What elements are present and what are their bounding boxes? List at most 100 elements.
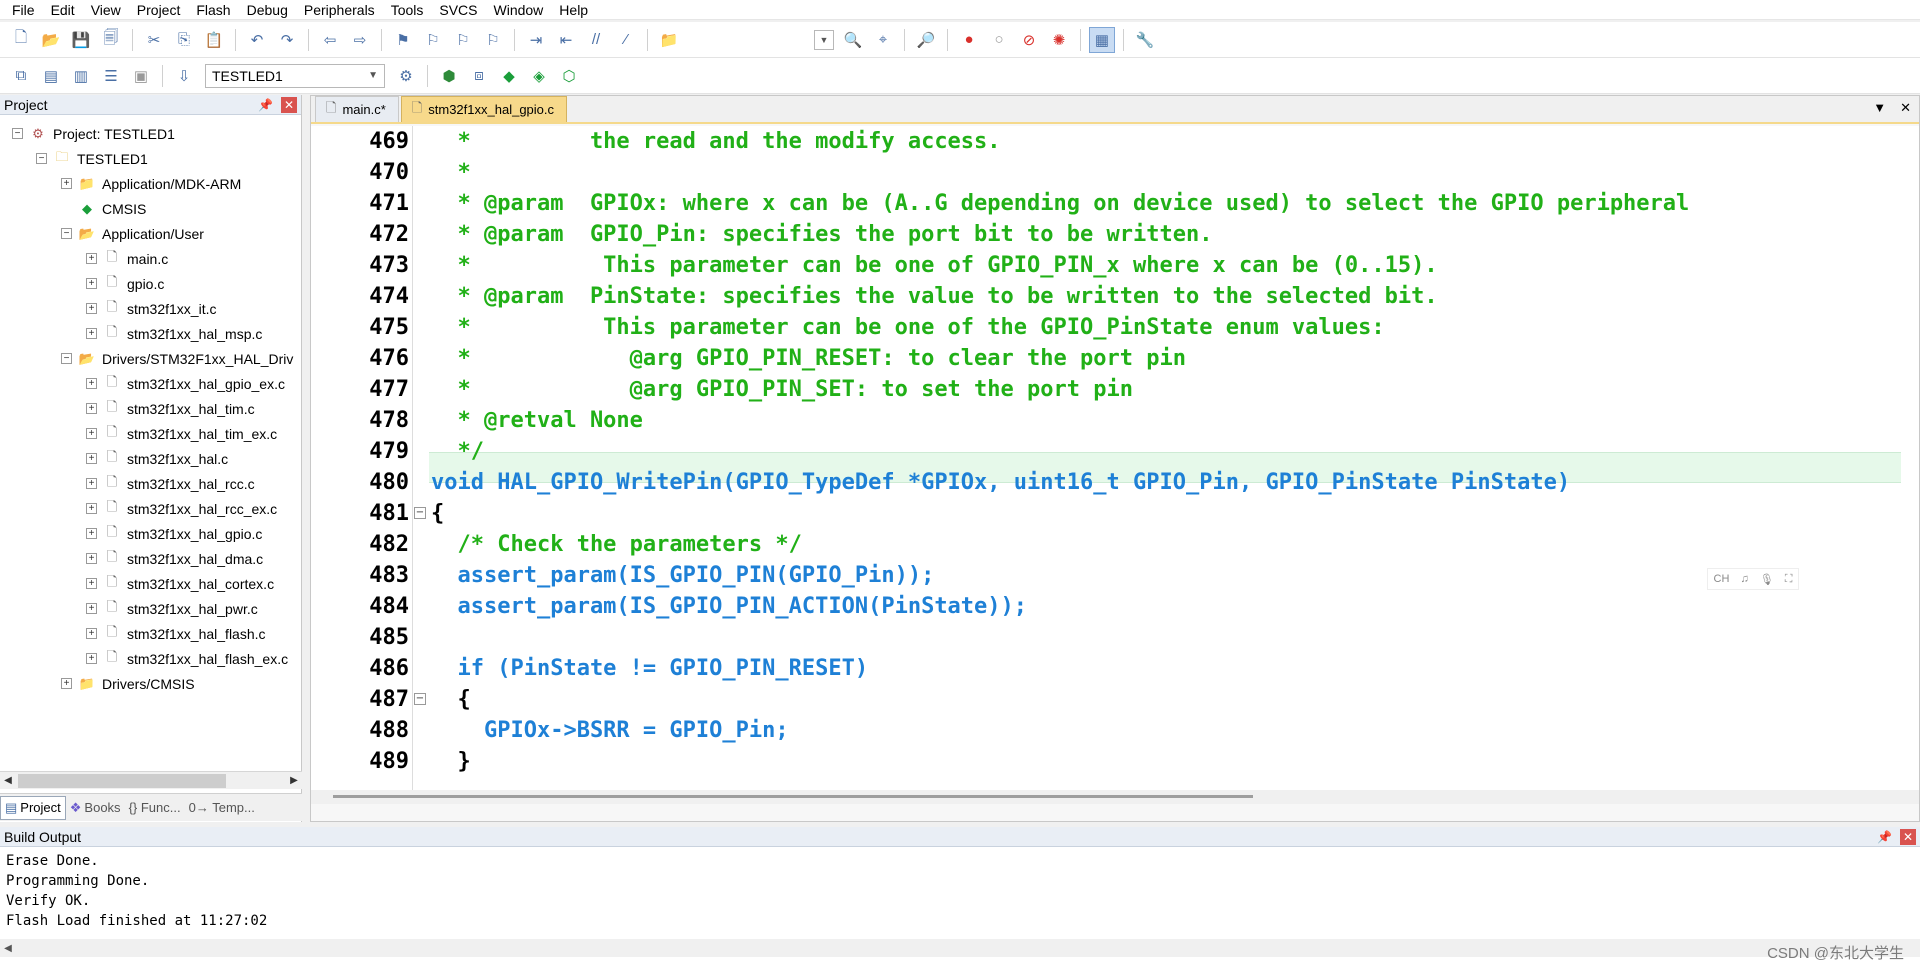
run-time-environment-icon[interactable]: ⬡ <box>556 63 582 89</box>
navigate-back-icon[interactable]: ⇦ <box>317 27 343 53</box>
tree-item-file[interactable]: + 🗋 stm32f1xx_hal_gpio_ex.c <box>0 371 301 396</box>
kill-breakpoints-icon[interactable]: ✺ <box>1046 27 1072 53</box>
code-line[interactable]: 488 GPIOx->BSRR = GPIO_Pin; <box>311 715 1919 746</box>
collapse-icon[interactable]: − <box>36 153 47 164</box>
tree-item-file[interactable]: + 🗋 stm32f1xx_hal.c <box>0 446 301 471</box>
tree-item-file[interactable]: + 🗋 stm32f1xx_hal_flash.c <box>0 621 301 646</box>
unindent-icon[interactable]: ⇤ <box>553 27 579 53</box>
code-line[interactable]: 471 * @param GPIOx: where x can be (A..G… <box>311 188 1919 219</box>
prev-bookmark-icon[interactable]: ⚐ <box>420 27 446 53</box>
tree-item-file[interactable]: + 🗋 stm32f1xx_hal_dma.c <box>0 546 301 571</box>
expand-icon[interactable]: + <box>86 503 97 514</box>
indent-icon[interactable]: ⇥ <box>523 27 549 53</box>
insert-breakpoint-icon[interactable]: ● <box>956 27 982 53</box>
collapse-icon[interactable]: − <box>61 228 72 239</box>
expand-icon[interactable]: + <box>86 553 97 564</box>
expand-icon[interactable]: + <box>86 478 97 489</box>
redo-icon[interactable]: ↷ <box>274 27 300 53</box>
close-icon[interactable]: ✕ <box>281 96 297 113</box>
translate-icon[interactable]: ⧉ <box>8 63 34 89</box>
expand-icon[interactable]: + <box>86 428 97 439</box>
tree-item-file[interactable]: + 🗋 stm32f1xx_hal_flash_ex.c <box>0 646 301 671</box>
code-line[interactable]: 475 * This parameter can be one of the G… <box>311 312 1919 343</box>
build-output-scrollbar[interactable]: ◀ <box>0 939 1920 957</box>
menu-flash[interactable]: Flash <box>188 0 238 20</box>
expand-icon[interactable]: + <box>86 403 97 414</box>
fold-collapse-icon[interactable]: − <box>414 693 426 705</box>
expand-icon[interactable]: + <box>61 178 72 189</box>
close-editor-icon[interactable]: ✕ <box>1900 100 1911 116</box>
tree-item-file[interactable]: + 🗋 stm32f1xx_hal_rcc.c <box>0 471 301 496</box>
code-line[interactable]: 472 * @param GPIO_Pin: specifies the por… <box>311 219 1919 250</box>
tab-main-c[interactable]: 🗋 main.c* <box>315 96 399 122</box>
build-output-text[interactable]: Erase Done. Programming Done. Verify OK.… <box>0 847 1920 935</box>
tree-item-file[interactable]: + 🗋 stm32f1xx_hal_cortex.c <box>0 571 301 596</box>
code-line[interactable]: 483 assert_param(IS_GPIO_PIN(GPIO_Pin)); <box>311 560 1919 591</box>
select-software-packs-icon[interactable]: ◈ <box>526 63 552 89</box>
tree-item-group[interactable]: + 📁 Application/MDK-ARM <box>0 171 301 196</box>
comment-icon[interactable]: // <box>583 27 609 53</box>
find-combo-dropdown[interactable]: ▼ <box>814 29 834 50</box>
tree-item-file[interactable]: + 🗋 main.c <box>0 246 301 271</box>
scrollbar-thumb[interactable] <box>333 795 1253 798</box>
paste-icon[interactable]: 📋 <box>201 27 227 53</box>
tab-stm32f1xx-hal-gpio-c[interactable]: 🗋 stm32f1xx_hal_gpio.c <box>400 96 568 122</box>
code-line[interactable]: 473 * This parameter can be one of GPIO_… <box>311 250 1919 281</box>
pin-icon[interactable]: 📌 <box>258 98 273 112</box>
find-icon[interactable]: 🔍 <box>840 27 866 53</box>
menu-view[interactable]: View <box>83 0 129 20</box>
code-line-current[interactable]: 479 */ <box>311 436 1919 467</box>
cut-icon[interactable]: ✂ <box>141 27 167 53</box>
save-all-icon[interactable]: 🗐 <box>98 27 124 53</box>
copy-icon[interactable]: ⎘ <box>171 27 197 53</box>
next-bookmark-icon[interactable]: ⚐ <box>450 27 476 53</box>
tree-item-group[interactable]: − 📂 Application/User <box>0 221 301 246</box>
code-line[interactable]: 469 * the read and the modify access. <box>311 126 1919 157</box>
scroll-left-icon[interactable]: ◀ <box>0 775 16 786</box>
tree-item-project[interactable]: − ⚙ Project: TESTLED1 <box>0 121 301 146</box>
tree-item-group[interactable]: − 📂 Drivers/STM32F1xx_HAL_Driv <box>0 346 301 371</box>
collapse-icon[interactable]: − <box>61 353 72 364</box>
expand-icon[interactable]: ⛶ <box>1785 573 1793 586</box>
tab-functions[interactable]: {} Func... <box>125 796 185 820</box>
navigate-forward-icon[interactable]: ⇨ <box>347 27 373 53</box>
expand-icon[interactable]: + <box>86 378 97 389</box>
menu-debug[interactable]: Debug <box>239 0 296 20</box>
scrollbar-thumb[interactable] <box>18 773 226 788</box>
expand-icon[interactable]: + <box>86 578 97 589</box>
close-icon[interactable]: ✕ <box>1900 828 1916 845</box>
open-file-icon[interactable]: 📂 <box>38 27 64 53</box>
new-file-icon[interactable]: 🗋 <box>8 27 34 53</box>
rebuild-icon[interactable]: ▥ <box>68 63 94 89</box>
pack-installer-icon[interactable]: ◆ <box>496 63 522 89</box>
code-area[interactable]: 469 * the read and the modify access. 47… <box>311 126 1919 790</box>
uncomment-icon[interactable]: ⁄ <box>613 27 639 53</box>
menu-tools[interactable]: Tools <box>383 0 432 20</box>
tree-item-file[interactable]: + 🗋 stm32f1xx_hal_tim_ex.c <box>0 421 301 446</box>
code-line[interactable]: 470 * <box>311 157 1919 188</box>
ime-music-icon[interactable]: ♫ <box>1740 573 1748 585</box>
code-line[interactable]: 487− { <box>311 684 1919 715</box>
project-horizontal-scrollbar[interactable]: ◀ ▶ <box>0 771 302 789</box>
debug-session-icon[interactable]: 🔎 <box>913 27 939 53</box>
scroll-left-icon[interactable]: ◀ <box>0 943 16 954</box>
menu-edit[interactable]: Edit <box>43 0 83 20</box>
expand-icon[interactable]: + <box>86 628 97 639</box>
tree-item-target[interactable]: − 🗀 TESTLED1 <box>0 146 301 171</box>
incremental-find-icon[interactable]: ⌖ <box>870 27 896 53</box>
undo-icon[interactable]: ↶ <box>244 27 270 53</box>
expand-icon[interactable]: + <box>86 528 97 539</box>
tree-item-file[interactable]: + 🗋 stm32f1xx_it.c <box>0 296 301 321</box>
tree-item-file[interactable]: + 🗋 stm32f1xx_hal_msp.c <box>0 321 301 346</box>
expand-icon[interactable]: + <box>86 253 97 264</box>
tree-item-file[interactable]: + 🗋 stm32f1xx_hal_pwr.c <box>0 596 301 621</box>
expand-icon[interactable]: + <box>86 653 97 664</box>
build-icon[interactable]: ▤ <box>38 63 64 89</box>
manage-project-items-icon[interactable]: ⧈ <box>466 63 492 89</box>
expand-icon[interactable]: + <box>86 278 97 289</box>
configure-icon[interactable]: 🔧 <box>1132 27 1158 53</box>
editor-horizontal-scrollbar[interactable] <box>311 790 1919 804</box>
scroll-right-icon[interactable]: ▶ <box>286 775 302 786</box>
stop-build-icon[interactable]: ▣ <box>128 63 154 89</box>
expand-icon[interactable]: + <box>86 603 97 614</box>
